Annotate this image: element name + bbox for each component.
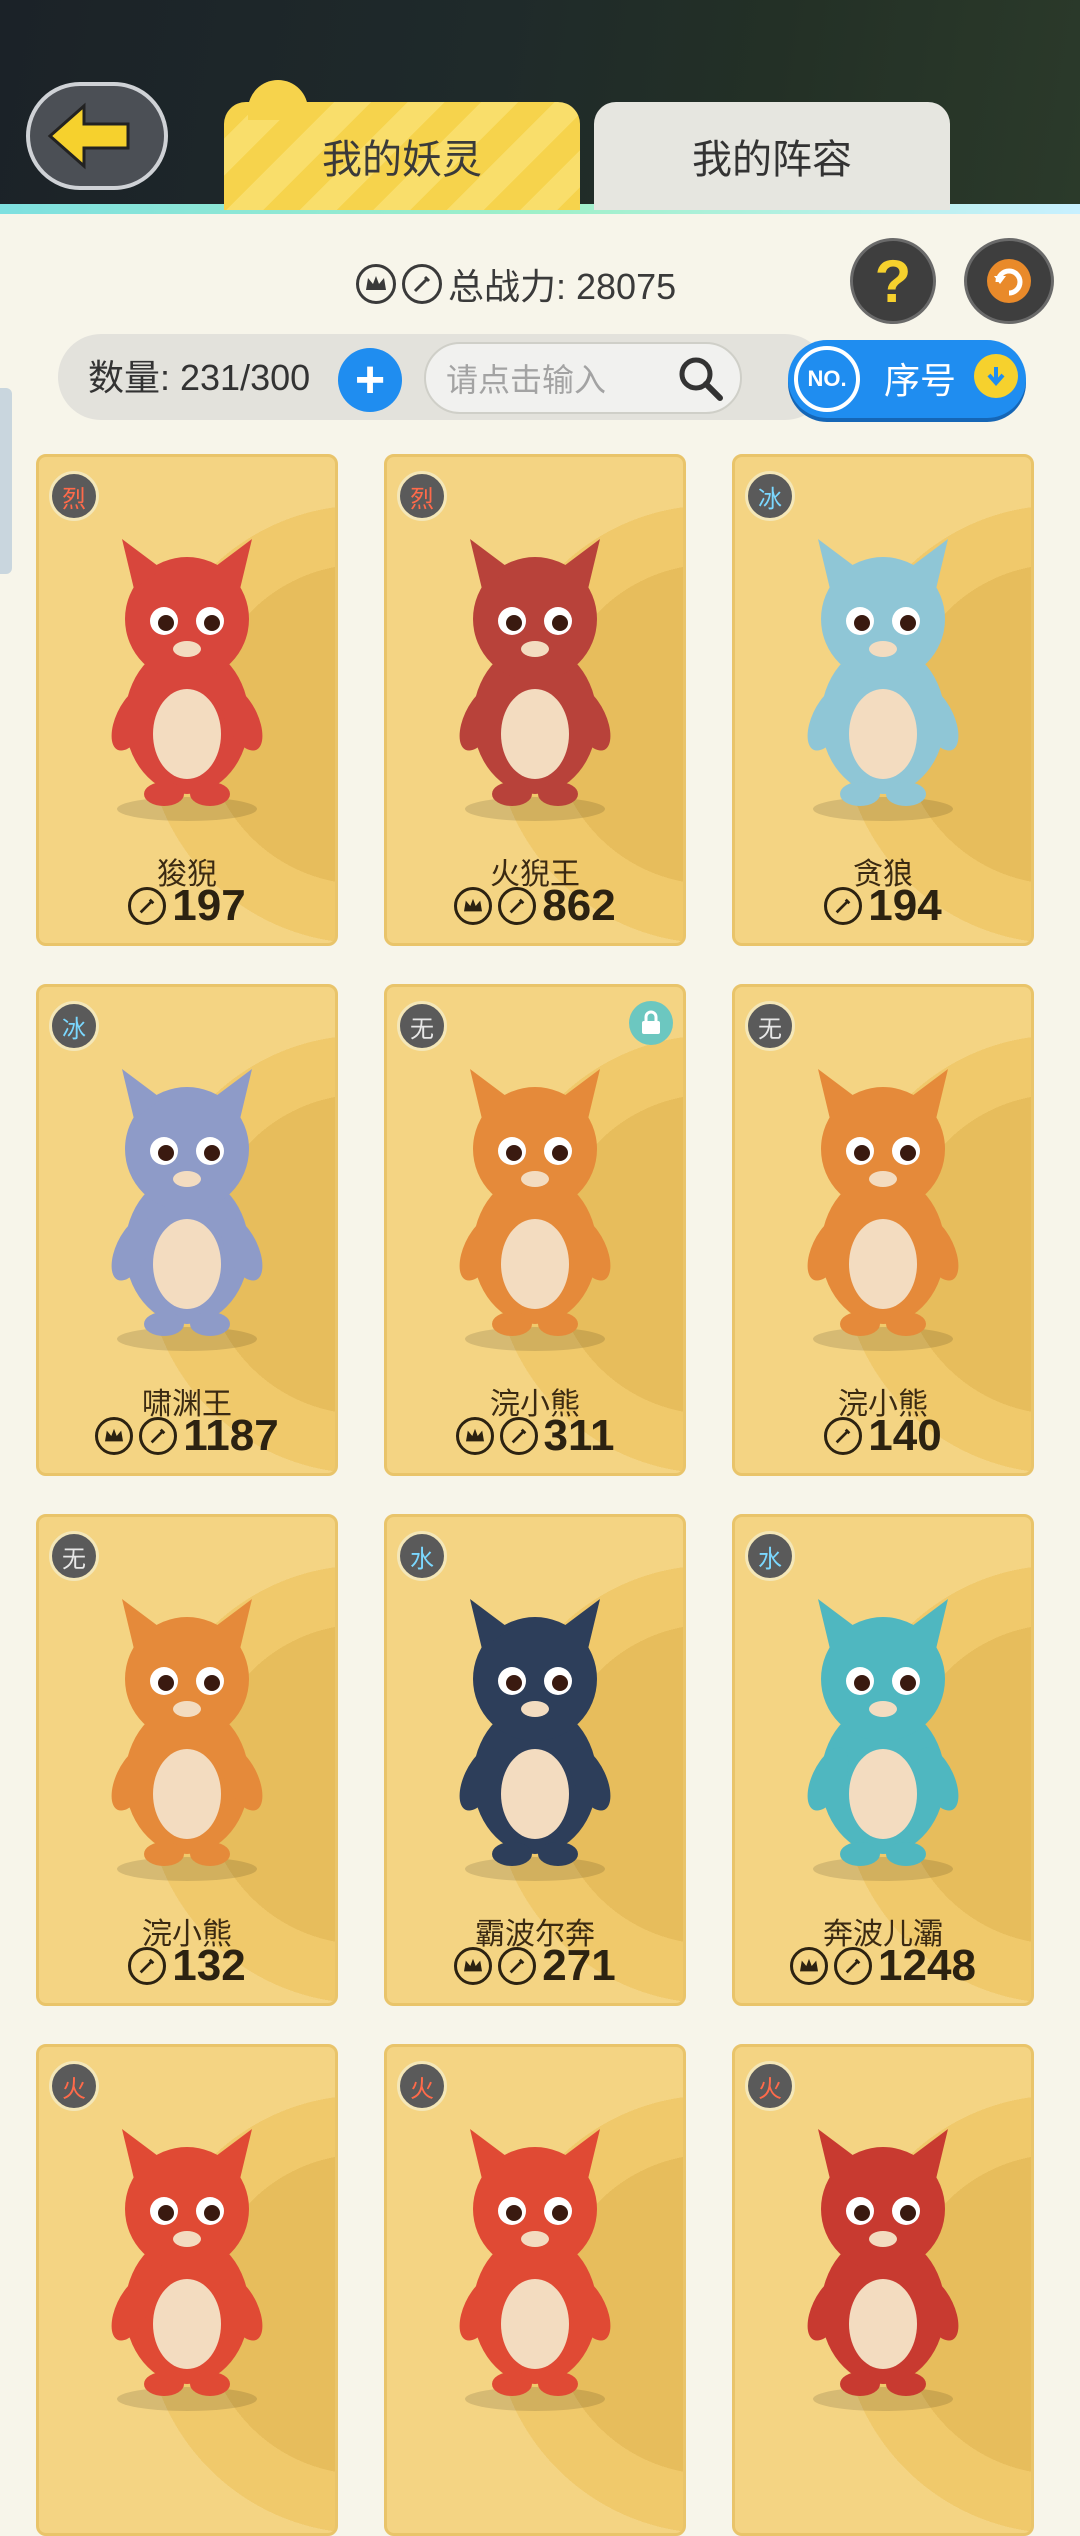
crown-icon [455,1417,494,1455]
crown-icon [454,887,493,925]
back-button[interactable] [26,82,168,190]
sword-icon [834,1947,873,1985]
sort-button[interactable]: NO. 序号 [788,340,1026,418]
tab-my-lineup-label: 我的阵容 [692,138,852,182]
sword-icon [128,887,167,925]
spirit-card[interactable]: 无浣小熊 311 [384,984,686,1476]
back-arrow-icon [47,102,130,170]
arrow-down-icon [974,354,1018,398]
sword-icon [139,1417,178,1455]
spirit-power: 862 [387,881,683,931]
plus-icon: + [354,351,386,409]
spirit-figure [420,2099,650,2424]
total-power-text: 总战力: 28075 [448,266,677,307]
spirit-figure [768,509,998,834]
tab-my-spirits[interactable]: 我的妖灵 [224,80,580,210]
crown-icon [356,264,396,304]
spirit-power-value: 271 [542,1941,616,1990]
refresh-button[interactable] [964,238,1054,324]
tab-my-spirits-label: 我的妖灵 [322,138,482,182]
crown-icon [790,1947,829,1985]
side-drawer-handle[interactable] [0,388,12,574]
sort-number-icon: NO. [794,346,860,412]
spirit-card[interactable]: 火 [384,2044,686,2536]
spirit-card[interactable]: 冰贪狼 194 [732,454,1034,946]
spirit-figure [768,2099,998,2424]
spirit-card[interactable]: 烈火猊王 862 [384,454,686,946]
total-power: 总战力: 28075 [356,258,676,310]
sword-icon [824,887,863,925]
spirit-power: 1187 [39,1411,335,1461]
spirit-figure [72,1569,302,1894]
spirit-power-value: 132 [172,1941,246,1990]
spirit-power-value: 140 [868,1411,942,1460]
spirit-card[interactable]: 无浣小熊 140 [732,984,1034,1476]
spirit-power-value: 1187 [183,1411,279,1460]
sword-icon [498,1947,537,1985]
spirit-card[interactable]: 水霸波尔奔 271 [384,1514,686,2006]
help-button[interactable]: ? [850,238,936,324]
spirit-figure [768,1569,998,1894]
spirit-count: 数量: 231/300 [88,357,311,398]
spirit-power-value: 194 [868,881,942,930]
spirit-power: 271 [387,1941,683,1991]
spirit-card[interactable]: 烈狻猊 197 [36,454,338,946]
spirit-figure [420,509,650,834]
sword-icon [824,1417,863,1455]
spirit-card[interactable]: 冰啸渊王 1187 [36,984,338,1476]
spirit-card[interactable]: 水奔波儿灞 1248 [732,1514,1034,2006]
spirit-power-value: 311 [543,1411,615,1460]
spirit-power-value: 862 [542,881,616,930]
spirit-figure [420,1039,650,1364]
refresh-icon [987,259,1031,303]
crown-icon [95,1417,134,1455]
question-icon: ? [874,247,912,315]
sword-icon [498,887,537,925]
spirit-figure [420,1569,650,1894]
spirit-figure [72,509,302,834]
sword-icon [402,264,442,304]
spirit-card[interactable]: 无浣小熊 132 [36,1514,338,2006]
add-capacity-button[interactable]: + [338,348,402,412]
sort-label: 序号 [884,360,957,401]
search-input[interactable] [444,354,668,406]
spirit-figure [72,2099,302,2424]
spirit-power: 1248 [735,1941,1031,1991]
search-icon[interactable] [674,352,726,404]
spirit-power: 311 [387,1411,683,1461]
spirit-power-value: 197 [172,881,246,930]
search-box[interactable] [424,342,742,414]
spirit-power-value: 1248 [878,1941,976,1990]
sword-icon [499,1417,538,1455]
sword-icon [128,1947,167,1985]
spirit-power: 194 [735,881,1031,931]
spirit-figure [72,1039,302,1364]
spirit-card[interactable]: 火 [732,2044,1034,2536]
tab-my-lineup[interactable]: 我的阵容 [594,102,950,210]
spirit-card[interactable]: 火 [36,2044,338,2536]
spirit-figure [768,1039,998,1364]
spirit-power: 197 [39,881,335,931]
spirit-power: 132 [39,1941,335,1991]
crown-icon [454,1947,493,1985]
spirit-power: 140 [735,1411,1031,1461]
